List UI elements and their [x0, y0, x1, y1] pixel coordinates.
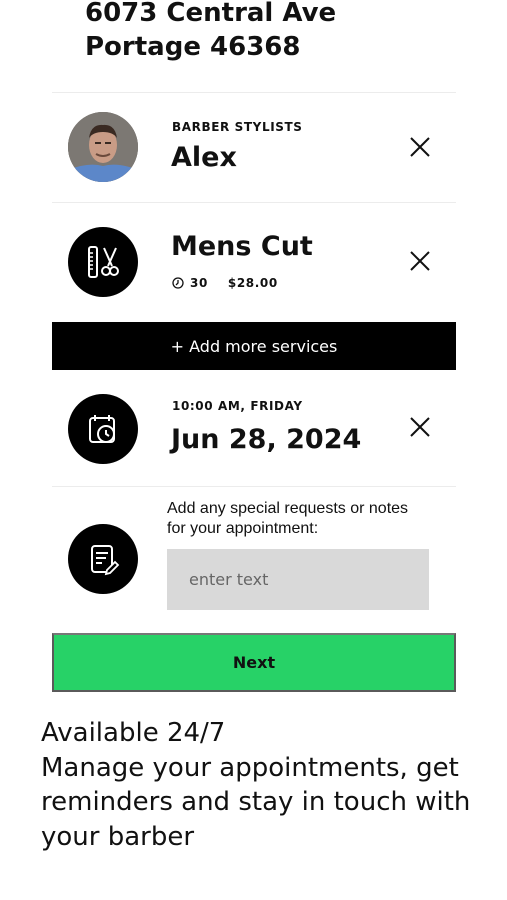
promo-description: Manage your appointments, get reminders …: [41, 752, 471, 852]
notes-icon-circle: [68, 524, 138, 594]
service-duration: 30: [190, 276, 208, 290]
barber-avatar: [68, 112, 138, 182]
remove-barber-button[interactable]: [408, 135, 432, 159]
divider: [52, 92, 456, 93]
calendar-clock-icon: [89, 415, 115, 443]
appointment-icon-circle: [68, 394, 138, 464]
close-icon: [410, 137, 430, 157]
barber-name: Alex: [171, 142, 237, 173]
close-icon: [410, 417, 430, 437]
divider: [52, 202, 456, 203]
service-row: Mens Cut 30 $28.00: [52, 204, 456, 320]
remove-appointment-button[interactable]: [408, 415, 432, 439]
service-meta: 30 $28.00: [172, 276, 278, 290]
barber-category: BARBER STYLISTS: [172, 120, 303, 134]
add-more-services-button[interactable]: + Add more services: [52, 322, 456, 370]
close-icon: [410, 251, 430, 271]
service-name: Mens Cut: [171, 231, 313, 262]
appointment-date: Jun 28, 2024: [171, 424, 362, 455]
note-pencil-icon: [91, 545, 120, 576]
clock-icon: [172, 277, 184, 289]
next-label: Next: [232, 653, 276, 672]
promo-text: Available 24/7 Manage your appointments,…: [41, 716, 481, 854]
promo-title: Available 24/7: [41, 718, 226, 748]
address-line-1: 6073 Central Ave: [85, 0, 337, 28]
appointment-time-day: 10:00 AM, FRIDAY: [172, 399, 303, 413]
appointment-row: 10:00 AM, FRIDAY Jun 28, 2024: [52, 372, 456, 484]
remove-service-button[interactable]: [408, 249, 432, 273]
comb-scissors-icon: [88, 246, 119, 278]
divider: [52, 486, 456, 487]
barber-photo-avatar: [68, 112, 138, 182]
service-icon-circle: [68, 227, 138, 297]
next-button[interactable]: Next: [52, 633, 456, 692]
address-line-2: Portage 46368: [85, 32, 301, 62]
service-price: $28.00: [227, 276, 278, 290]
notes-label: Add any special requests or notes for yo…: [167, 500, 409, 537]
notes-input[interactable]: [167, 549, 429, 610]
add-more-services-label: + Add more services: [170, 336, 338, 356]
shop-address: 6073 Central Ave Portage 46368: [85, 0, 336, 64]
barber-row: BARBER STYLISTS Alex: [52, 94, 456, 202]
